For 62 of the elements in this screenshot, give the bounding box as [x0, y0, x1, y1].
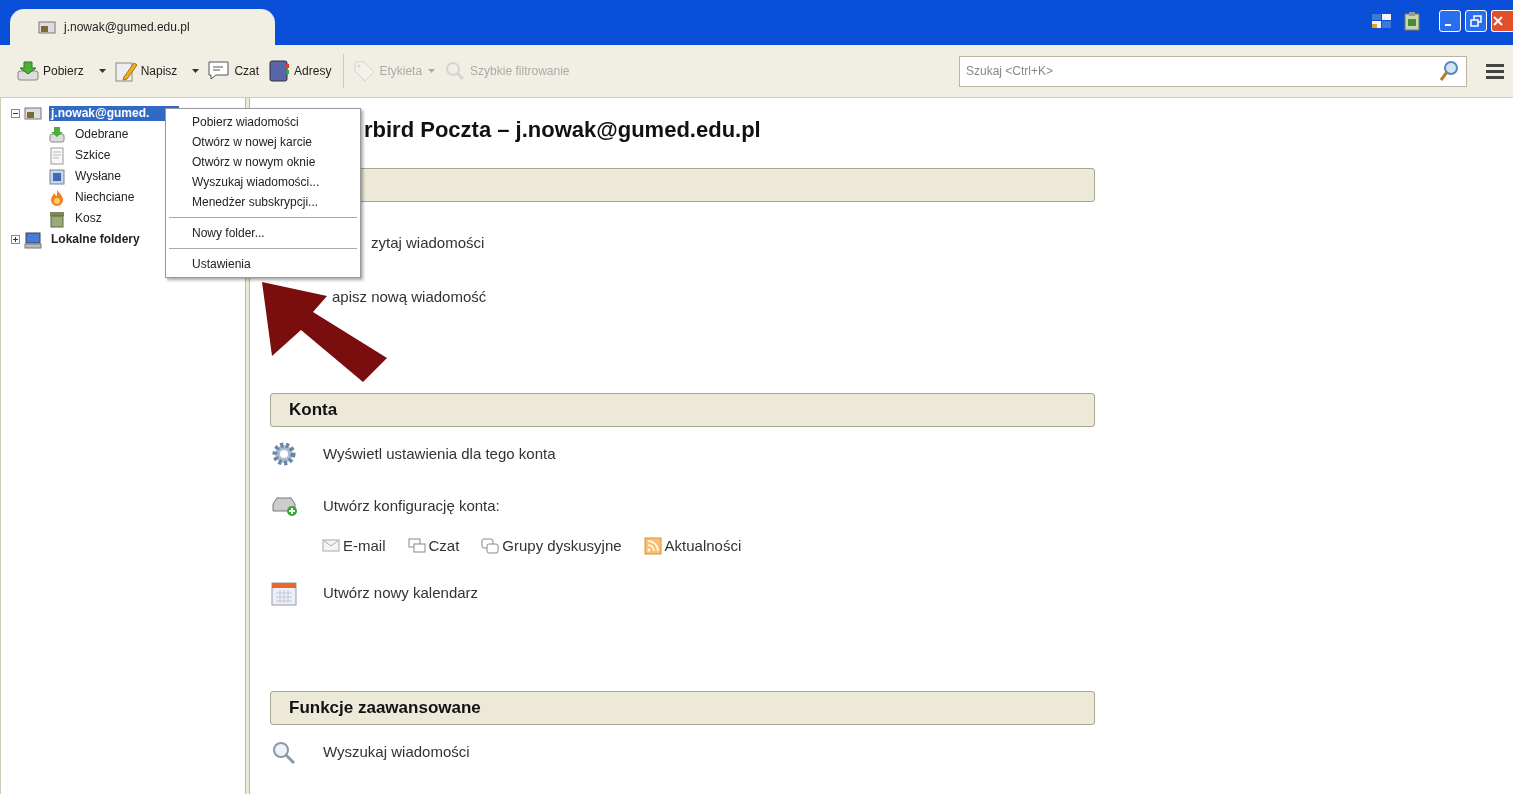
folder-item[interactable]: Szkice — [73, 148, 113, 163]
account-type-link[interactable]: Grupy dyskusyjne — [481, 535, 622, 558]
menu-item[interactable]: Ustawienia — [166, 254, 360, 274]
inbox-download-icon — [16, 59, 40, 83]
folder-icon — [48, 167, 66, 186]
tag-icon — [352, 59, 377, 83]
menu-icon[interactable] — [1485, 63, 1505, 79]
folder-item[interactable]: Kosz — [73, 211, 104, 226]
rss-icon — [643, 537, 662, 556]
flame-icon — [48, 188, 66, 207]
toolbar-button[interactable]: Pobierz — [14, 54, 108, 88]
speech-bubbles-icon — [481, 537, 500, 556]
restore-icon — [1470, 15, 1482, 27]
action-link[interactable]: Wyświetl ustawienia dla tego konta — [323, 442, 556, 466]
menu-item[interactable]: Otwórz w nowym oknie — [166, 152, 360, 172]
section-heading: Funkcje zaawansowane — [289, 696, 481, 719]
expand-icon[interactable] — [11, 235, 20, 244]
toolbar-button[interactable]: Czat — [205, 54, 262, 88]
account-type-link[interactable]: Aktualności — [643, 535, 742, 558]
folder-item[interactable]: Wysłane — [73, 169, 123, 184]
close-button[interactable] — [1491, 10, 1513, 32]
mail-icon — [24, 104, 42, 123]
folder-item[interactable]: Lokalne foldery — [49, 232, 142, 247]
account-type-link[interactable]: Czat — [407, 535, 460, 558]
speech-bubble-icon — [207, 59, 232, 83]
menu-item[interactable]: Otwórz w nowej karcie — [166, 132, 360, 152]
notepad-pencil-icon — [113, 59, 138, 83]
toolbar-button[interactable]: Adresy — [265, 54, 334, 88]
minimize-button[interactable] — [1439, 10, 1461, 32]
trash-icon — [48, 209, 66, 228]
action-link[interactable]: apisz nową wiadomość — [332, 285, 487, 309]
restore-button[interactable] — [1465, 10, 1487, 32]
folder-item[interactable]: j.nowak@gumed. — [49, 106, 180, 121]
folder-item[interactable]: Odebrane — [73, 127, 131, 142]
action-link[interactable]: Wyszukaj wiadomości — [323, 741, 470, 764]
layout-icon[interactable] — [1371, 12, 1393, 30]
gear-icon[interactable] — [270, 440, 298, 468]
document-icon — [48, 146, 66, 165]
inbox-icon — [48, 125, 66, 144]
mail-icon — [38, 20, 56, 34]
close-icon — [1492, 15, 1504, 27]
collapse-icon[interactable] — [11, 109, 20, 118]
menu-item[interactable]: Nowy folder... — [166, 223, 360, 243]
calendar-icon[interactable] — [270, 579, 298, 608]
search-field[interactable]: Szukaj <Ctrl+K> — [959, 55, 1467, 87]
folder-item[interactable]: Niechciane — [73, 190, 137, 205]
computer-icon — [24, 230, 42, 249]
chat-bubbles-icon — [407, 537, 426, 556]
toolbar-button[interactable]: Napisz — [111, 54, 202, 88]
menu-item[interactable]: Menedżer subskrypcji... — [166, 192, 360, 212]
action-link[interactable]: Utwórz konfigurację konta: — [323, 494, 500, 518]
window-tab[interactable]: j.nowak@gumed.edu.pl — [10, 9, 275, 45]
book-icon — [267, 59, 292, 83]
menu-item[interactable]: Wyszukaj wiadomości... — [166, 172, 360, 192]
account-type-link[interactable]: E-mail — [322, 535, 386, 558]
page-title: rbird Poczta – j.nowak@gumed.edu.pl — [364, 116, 761, 144]
action-link[interactable]: Utwórz nowy kalendarz — [323, 582, 479, 605]
action-link[interactable]: zytaj wiadomości — [371, 231, 485, 255]
clipboard-icon[interactable] — [1403, 11, 1421, 31]
search-icon[interactable] — [1439, 59, 1459, 82]
minimize-icon — [1445, 24, 1451, 26]
section-heading: Konta — [289, 399, 338, 422]
